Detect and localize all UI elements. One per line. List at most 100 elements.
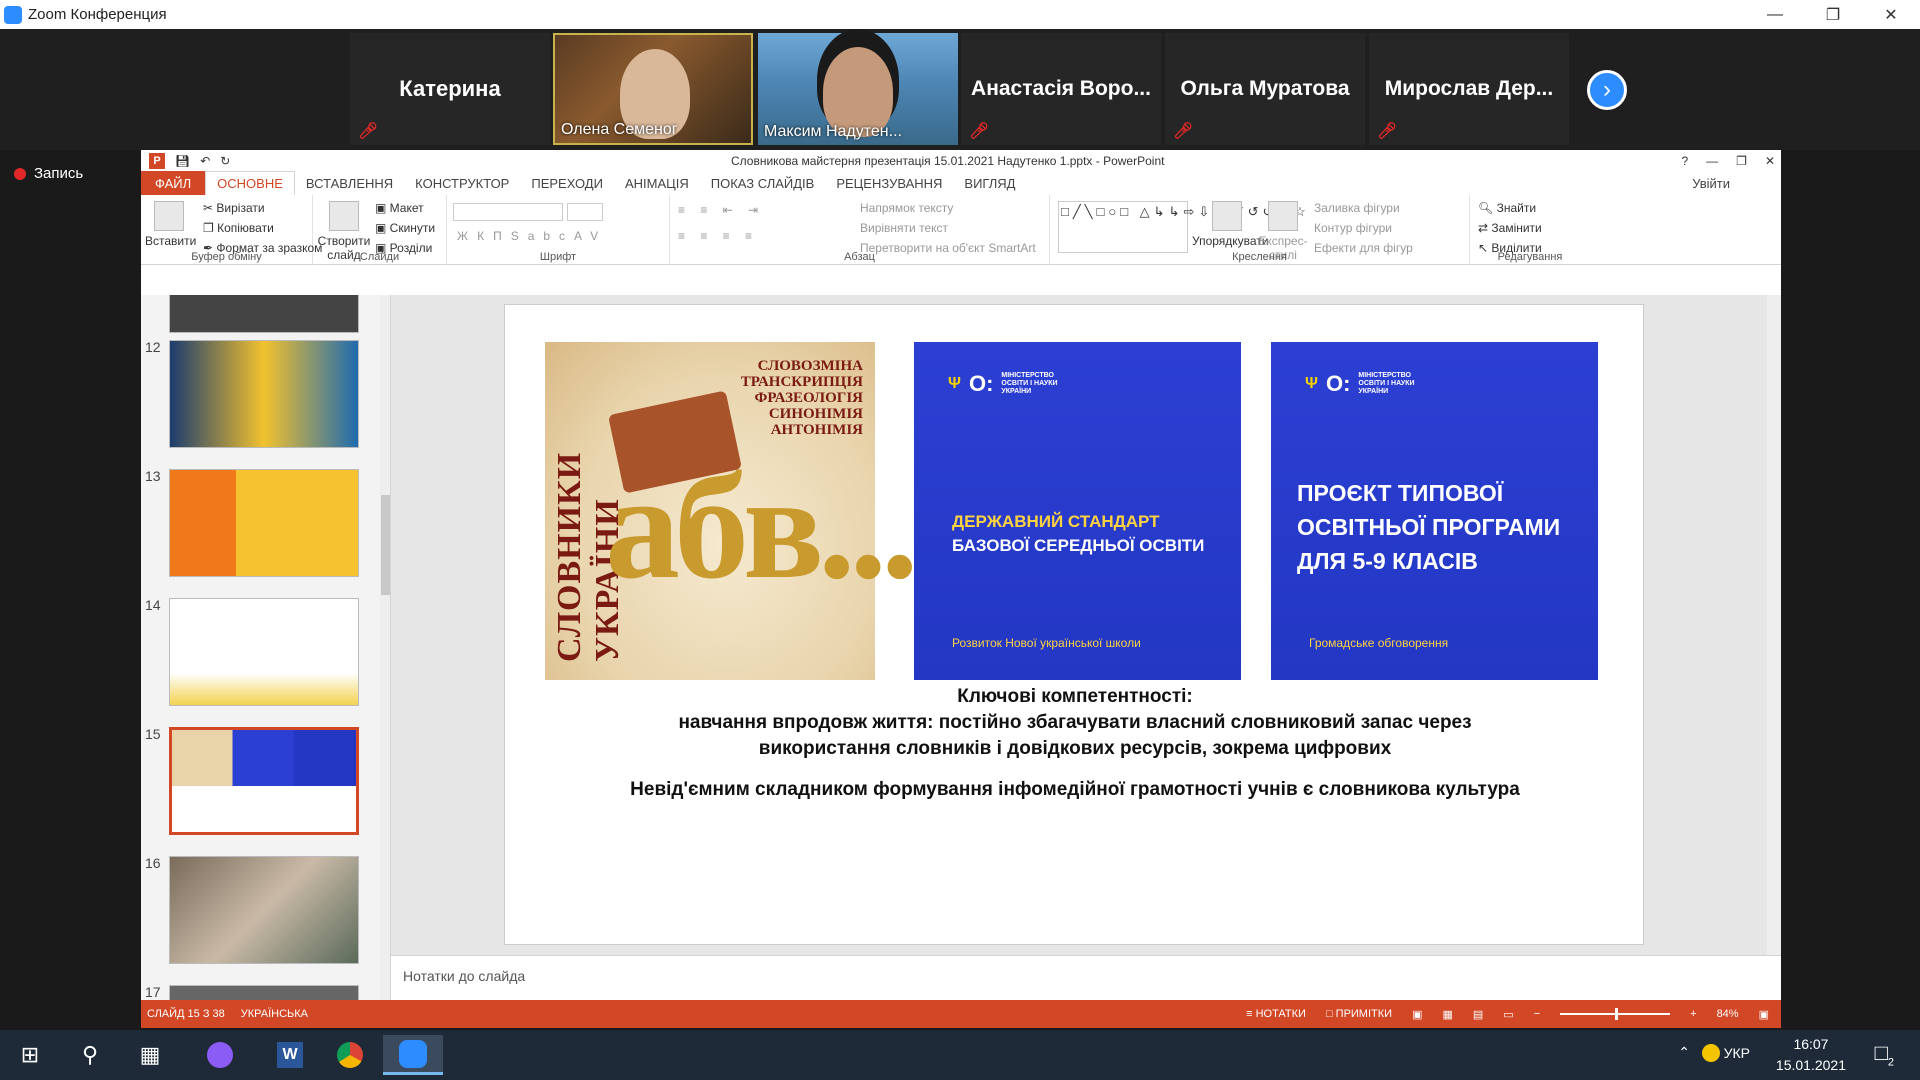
- notes-pane[interactable]: Нотатки до слайда: [391, 955, 1781, 999]
- slide-text-line[interactable]: навчання впродовж життя: постійно збагач…: [505, 710, 1645, 736]
- language-indicator[interactable]: УКРАЇНСЬКА: [241, 1008, 308, 1020]
- standard-image[interactable]: Ψ O: МІНІСТЕРСТВО ОСВІТИ І НАУКИ УКРАЇНИ Д…: [914, 342, 1241, 680]
- slide-thumbnail[interactable]: [169, 985, 359, 1000]
- zoom-level[interactable]: 84%: [1717, 1008, 1739, 1020]
- paste-button[interactable]: Вставити: [145, 201, 196, 248]
- replace-button[interactable]: ⇄ Замінити: [1478, 221, 1542, 235]
- task-view-icon[interactable]: ▦: [120, 1035, 180, 1075]
- comments-toggle[interactable]: □ ПРИМІТКИ: [1326, 1008, 1392, 1020]
- slide-scrollbar[interactable]: [1767, 295, 1781, 955]
- participant-tile[interactable]: Анастасія Воро... 🎤︎: [961, 33, 1161, 145]
- close-icon[interactable]: ✕: [1862, 0, 1920, 29]
- save-icon[interactable]: 💾︎: [175, 154, 190, 168]
- ribbon: Вставити ✂ Вирізати ❐ Копіювати ✒ Формат…: [141, 195, 1781, 265]
- align-text-button[interactable]: Вирівняти текст: [860, 221, 948, 235]
- notes-toggle[interactable]: ≡ НОТАТКИ: [1246, 1008, 1306, 1020]
- participant-tile[interactable]: Максим Надутен...: [758, 33, 958, 145]
- slide-text-heading[interactable]: Ключові компетентності:: [505, 684, 1645, 710]
- login-link[interactable]: Увійти: [1681, 176, 1741, 191]
- participant-name: Анастасія Воро...: [971, 77, 1151, 100]
- ministry-logo: Ψ O: МІНІСТЕРСТВО ОСВІТИ І НАУКИ УКРАЇНИ: [948, 371, 1058, 396]
- slide-thumbnail[interactable]: [169, 469, 359, 577]
- zoom-in-icon[interactable]: +: [1690, 1008, 1696, 1020]
- arrange-button[interactable]: Упорядкувати: [1192, 201, 1269, 248]
- program-footer: Громадське обговорення: [1309, 636, 1449, 650]
- group-label: Слайди: [359, 251, 400, 263]
- slide[interactable]: СЛОВНИКИ УКРАЇНИ СЛОВОЗМІНА ТРАНСКРИПЦІЯ…: [504, 304, 1644, 945]
- keyboard-language[interactable]: УКР: [1724, 1045, 1750, 1061]
- help-icon[interactable]: ?: [1681, 154, 1688, 168]
- slide-text-line[interactable]: використання словників і довідкових ресу…: [505, 736, 1645, 762]
- slide-thumbnails-pane: 12 13 14 15 16 17: [141, 295, 391, 1000]
- redo-icon[interactable]: ↻: [220, 154, 230, 168]
- tab-view[interactable]: ВИГЛЯД: [953, 176, 1026, 191]
- tab-slideshow[interactable]: ПОКАЗ СЛАЙДІВ: [700, 176, 826, 191]
- participant-tile[interactable]: Ольга Муратова 🎤︎: [1165, 33, 1365, 145]
- recording-indicator[interactable]: Запись: [14, 165, 83, 182]
- slide-thumbnail[interactable]: [169, 598, 359, 706]
- slide-text-conclusion[interactable]: Невід'ємним складником формування інфоме…: [505, 777, 1645, 803]
- tab-home[interactable]: ОСНОВНЕ: [205, 171, 295, 195]
- font-size-select[interactable]: [567, 203, 603, 221]
- list-buttons[interactable]: ≡ ≡ ⇤ ⇥: [678, 203, 764, 217]
- participant-tile[interactable]: Катерина 🎤︎: [350, 33, 550, 145]
- slide-thumbnail[interactable]: [169, 856, 359, 964]
- word-icon[interactable]: W: [260, 1035, 320, 1075]
- start-icon[interactable]: ⊞: [0, 1035, 60, 1075]
- find-button[interactable]: 🔍︎ Знайти: [1478, 201, 1536, 215]
- tab-animations[interactable]: АНІМАЦІЯ: [614, 176, 700, 191]
- minimize-icon[interactable]: —: [1746, 0, 1804, 29]
- slide-thumbnail[interactable]: [169, 340, 359, 448]
- close-icon[interactable]: ✕: [1765, 154, 1775, 168]
- next-participants-button[interactable]: ›: [1587, 70, 1627, 110]
- zoom-taskbar-icon[interactable]: [383, 1035, 443, 1075]
- reading-view-icon[interactable]: ▤: [1473, 1008, 1483, 1021]
- ministry-logo: Ψ O: МІНІСТЕРСТВО ОСВІТИ І НАУКИ УКРАЇНИ: [1305, 371, 1415, 396]
- tab-design[interactable]: КОНСТРУКТОР: [404, 176, 520, 191]
- layout-button[interactable]: ▣ Макет: [375, 201, 424, 215]
- tab-file[interactable]: ФАЙЛ: [141, 171, 206, 195]
- zoom-slider[interactable]: [1560, 1008, 1671, 1020]
- tab-insert[interactable]: ВСТАВЛЕННЯ: [295, 176, 404, 191]
- system-clock[interactable]: 16:07 15.01.2021: [1776, 1034, 1846, 1076]
- reset-button[interactable]: ▣ Скинути: [375, 221, 435, 235]
- program-image[interactable]: Ψ O: МІНІСТЕРСТВО ОСВІТИ І НАУКИ УКРАЇНИ П…: [1271, 342, 1598, 680]
- tray-chevron-icon[interactable]: ⌃: [1678, 1044, 1690, 1061]
- notifications-icon[interactable]: □2: [1875, 1040, 1894, 1068]
- participant-tile[interactable]: Олена Семеног: [553, 33, 753, 145]
- tab-transitions[interactable]: ПЕРЕХОДИ: [520, 176, 614, 191]
- cut-button[interactable]: ✂ Вирізати: [203, 201, 265, 215]
- shape-outline-button[interactable]: Контур фігури: [1314, 221, 1392, 235]
- sorter-view-icon[interactable]: ▦: [1442, 1008, 1452, 1021]
- font-family-select[interactable]: [453, 203, 563, 221]
- zoom-out-icon[interactable]: −: [1534, 1008, 1540, 1020]
- slide-thumbnail[interactable]: [169, 295, 359, 333]
- maximize-icon[interactable]: ❐: [1804, 0, 1862, 29]
- normal-view-icon[interactable]: ▣: [1412, 1008, 1422, 1021]
- participant-tile[interactable]: Мирослав Дер... 🎤︎: [1369, 33, 1569, 145]
- chrome-icon[interactable]: [320, 1035, 380, 1075]
- tray-app-icon[interactable]: [1702, 1044, 1720, 1062]
- text-direction-button[interactable]: Напрямок тексту: [860, 201, 953, 215]
- group-label: Креслення: [1232, 251, 1287, 263]
- app-purple-icon[interactable]: [190, 1035, 250, 1075]
- align-buttons[interactable]: ≡ ≡ ≡ ≡: [678, 229, 758, 243]
- maximize-icon[interactable]: ❐: [1736, 154, 1747, 168]
- font-format-buttons[interactable]: ЖКПSabcAV: [457, 229, 607, 243]
- slideshow-view-icon[interactable]: ▭: [1503, 1008, 1513, 1021]
- tab-review[interactable]: РЕЦЕНЗУВАННЯ: [825, 176, 953, 191]
- participant-strip: Катерина 🎤︎ Олена Семеног Максим Надутен…: [0, 29, 1920, 150]
- copy-button[interactable]: ❐ Копіювати: [203, 221, 274, 235]
- shape-fill-button[interactable]: Заливка фігури: [1314, 201, 1400, 215]
- participant-name: Ольга Муратова: [1180, 77, 1350, 100]
- dictionary-image[interactable]: СЛОВНИКИ УКРАЇНИ СЛОВОЗМІНА ТРАНСКРИПЦІЯ…: [545, 342, 919, 680]
- undo-icon[interactable]: ↶: [200, 154, 210, 168]
- slide-thumbnail-selected[interactable]: [169, 727, 359, 835]
- fit-slide-icon[interactable]: ▣: [1759, 1008, 1769, 1021]
- shapes-gallery[interactable]: □╱╲□○□ △↳↳⇨⇩□ ↺↺↺{}☆: [1058, 201, 1306, 253]
- scroll-thumb[interactable]: [381, 495, 390, 595]
- thumbnails-scrollbar[interactable]: [380, 295, 390, 1000]
- paste-icon: [154, 201, 184, 231]
- minimize-icon[interactable]: —: [1706, 154, 1718, 168]
- search-icon[interactable]: ⚲: [60, 1035, 120, 1075]
